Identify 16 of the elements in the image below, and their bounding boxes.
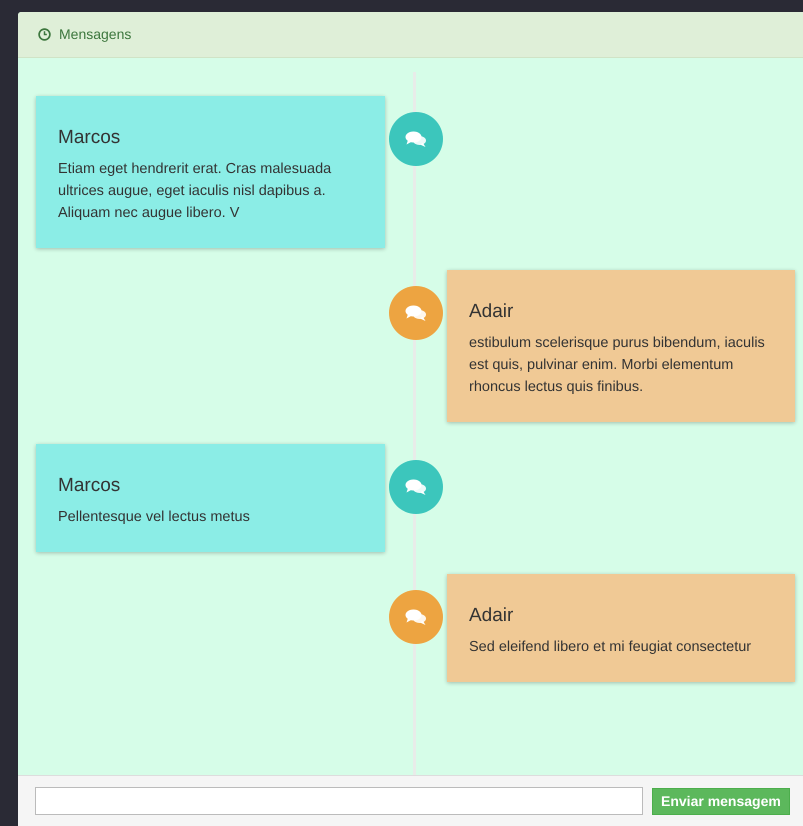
chat-bubbles-icon xyxy=(405,608,427,626)
message-text: Etiam eget hendrerit erat. Cras malesuada ultrices augue, eget iaculis nisl dapibus a. Aliquam nec augue libero. V xyxy=(58,160,332,223)
message-text: Sed eleifend libero et mi feugiat consectetur xyxy=(469,638,752,657)
chat-bubbles-icon xyxy=(405,130,427,148)
panel-title: Mensagens xyxy=(59,25,132,44)
chat-bubbles-icon xyxy=(405,304,427,322)
message-author: Marcos xyxy=(58,474,122,498)
message-input[interactable] xyxy=(35,787,643,815)
message-author: Marcos xyxy=(58,126,122,150)
message-author: Adair xyxy=(469,604,514,628)
send-button[interactable]: Enviar mensagem xyxy=(652,788,790,814)
message-author: Adair xyxy=(469,300,514,324)
clock-icon xyxy=(38,28,51,41)
message-text: Pellentesque vel lectus metus xyxy=(58,508,251,527)
chat-bubbles-icon xyxy=(405,478,427,496)
message-text: estibulum scelerisque purus bibendum, iaculis est quis, pulvinar enim. Morbi elementum rhoncus lectus quis finibus. xyxy=(469,334,766,397)
